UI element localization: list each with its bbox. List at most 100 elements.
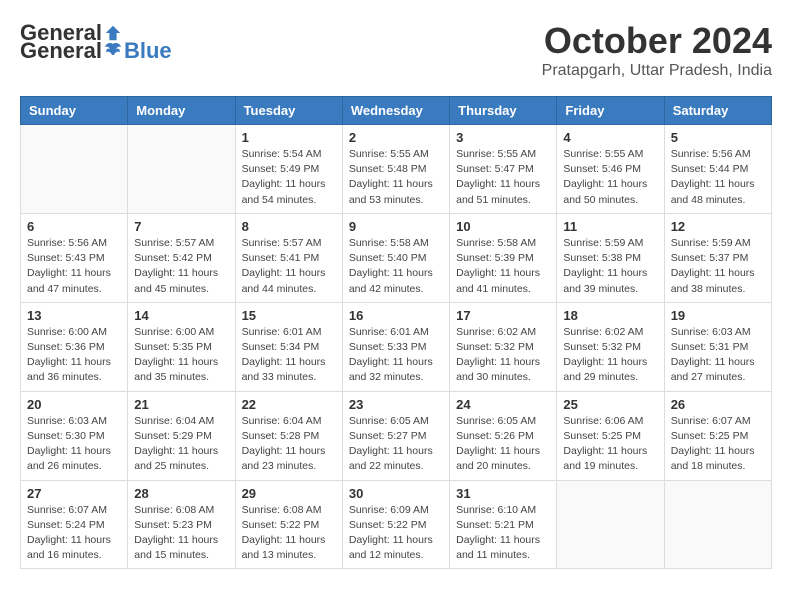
day-number: 26 (671, 397, 765, 412)
day-info: Sunrise: 6:06 AM Sunset: 5:25 PM Dayligh… (563, 414, 657, 475)
day-number: 21 (134, 397, 228, 412)
day-info: Sunrise: 6:05 AM Sunset: 5:26 PM Dayligh… (456, 414, 550, 475)
day-info: Sunrise: 6:08 AM Sunset: 5:22 PM Dayligh… (242, 503, 336, 564)
calendar-cell: 20 Sunrise: 6:03 AM Sunset: 5:30 PM Dayli… (21, 391, 128, 480)
day-number: 3 (456, 130, 550, 145)
calendar-cell: 9 Sunrise: 5:58 AM Sunset: 5:40 PM Daylig… (342, 213, 449, 302)
day-number: 14 (134, 308, 228, 323)
day-info: Sunrise: 6:00 AM Sunset: 5:35 PM Dayligh… (134, 325, 228, 386)
weekday-header-tuesday: Tuesday (235, 97, 342, 125)
calendar-body: 1 Sunrise: 5:54 AM Sunset: 5:49 PM Daylig… (21, 125, 772, 569)
day-number: 9 (349, 219, 443, 234)
day-info: Sunrise: 6:05 AM Sunset: 5:27 PM Dayligh… (349, 414, 443, 475)
day-info: Sunrise: 5:55 AM Sunset: 5:47 PM Dayligh… (456, 147, 550, 208)
calendar-cell: 24 Sunrise: 6:05 AM Sunset: 5:26 PM Dayli… (450, 391, 557, 480)
calendar-week-row-0: 1 Sunrise: 5:54 AM Sunset: 5:49 PM Daylig… (21, 125, 772, 214)
calendar-cell: 31Sunrise: 6:10 AM Sunset: 5:21 PM Dayli… (450, 480, 557, 569)
day-number: 29 (242, 486, 336, 501)
day-number: 7 (134, 219, 228, 234)
day-info: Sunrise: 5:57 AM Sunset: 5:41 PM Dayligh… (242, 236, 336, 297)
calendar-week-row-3: 20 Sunrise: 6:03 AM Sunset: 5:30 PM Dayli… (21, 391, 772, 480)
day-info: Sunrise: 5:55 AM Sunset: 5:46 PM Dayligh… (563, 147, 657, 208)
calendar-cell: 30 Sunrise: 6:09 AM Sunset: 5:22 PM Dayli… (342, 480, 449, 569)
logo: General General Blue (20, 20, 172, 64)
day-number: 1 (242, 130, 336, 145)
calendar-cell: 13Sunrise: 6:00 AM Sunset: 5:36 PM Dayli… (21, 302, 128, 391)
calendar-cell: 4 Sunrise: 5:55 AM Sunset: 5:46 PM Daylig… (557, 125, 664, 214)
calendar-cell: 3 Sunrise: 5:55 AM Sunset: 5:47 PM Daylig… (450, 125, 557, 214)
day-info: Sunrise: 6:01 AM Sunset: 5:34 PM Dayligh… (242, 325, 336, 386)
calendar-cell: 26 Sunrise: 6:07 AM Sunset: 5:25 PM Dayli… (664, 391, 771, 480)
calendar-cell (557, 480, 664, 569)
day-number: 10 (456, 219, 550, 234)
weekday-header-saturday: Saturday (664, 97, 771, 125)
day-info: Sunrise: 6:02 AM Sunset: 5:32 PM Dayligh… (563, 325, 657, 386)
day-number: 19 (671, 308, 765, 323)
day-number: 23 (349, 397, 443, 412)
weekday-header-sunday: Sunday (21, 97, 128, 125)
day-info: Sunrise: 5:58 AM Sunset: 5:39 PM Dayligh… (456, 236, 550, 297)
day-number: 27 (27, 486, 121, 501)
day-info: Sunrise: 5:58 AM Sunset: 5:40 PM Dayligh… (349, 236, 443, 297)
weekday-header-friday: Friday (557, 97, 664, 125)
calendar-cell: 12 Sunrise: 5:59 AM Sunset: 5:37 PM Dayli… (664, 213, 771, 302)
weekday-header-monday: Monday (128, 97, 235, 125)
day-number: 28 (134, 486, 228, 501)
weekday-header-wednesday: Wednesday (342, 97, 449, 125)
day-info: Sunrise: 5:56 AM Sunset: 5:43 PM Dayligh… (27, 236, 121, 297)
day-info: Sunrise: 5:54 AM Sunset: 5:49 PM Dayligh… (242, 147, 336, 208)
calendar-header-row: SundayMondayTuesdayWednesdayThursdayFrid… (21, 97, 772, 125)
day-info: Sunrise: 6:04 AM Sunset: 5:29 PM Dayligh… (134, 414, 228, 475)
day-number: 17 (456, 308, 550, 323)
day-info: Sunrise: 6:01 AM Sunset: 5:33 PM Dayligh… (349, 325, 443, 386)
day-number: 18 (563, 308, 657, 323)
day-number: 31 (456, 486, 550, 501)
calendar-cell: 1 Sunrise: 5:54 AM Sunset: 5:49 PM Daylig… (235, 125, 342, 214)
calendar-cell: 28Sunrise: 6:08 AM Sunset: 5:23 PM Dayli… (128, 480, 235, 569)
calendar-cell: 29 Sunrise: 6:08 AM Sunset: 5:22 PM Dayli… (235, 480, 342, 569)
day-number: 12 (671, 219, 765, 234)
calendar-cell: 6Sunrise: 5:56 AM Sunset: 5:43 PM Daylig… (21, 213, 128, 302)
calendar-cell: 25 Sunrise: 6:06 AM Sunset: 5:25 PM Dayli… (557, 391, 664, 480)
calendar-cell: 11 Sunrise: 5:59 AM Sunset: 5:38 PM Dayli… (557, 213, 664, 302)
day-number: 11 (563, 219, 657, 234)
day-info: Sunrise: 6:03 AM Sunset: 5:31 PM Dayligh… (671, 325, 765, 386)
calendar-cell: 17 Sunrise: 6:02 AM Sunset: 5:32 PM Dayli… (450, 302, 557, 391)
calendar-week-row-4: 27 Sunrise: 6:07 AM Sunset: 5:24 PM Dayli… (21, 480, 772, 569)
day-number: 25 (563, 397, 657, 412)
calendar-week-row-1: 6Sunrise: 5:56 AM Sunset: 5:43 PM Daylig… (21, 213, 772, 302)
day-info: Sunrise: 6:04 AM Sunset: 5:28 PM Dayligh… (242, 414, 336, 475)
calendar-cell: 2 Sunrise: 5:55 AM Sunset: 5:48 PM Daylig… (342, 125, 449, 214)
day-number: 2 (349, 130, 443, 145)
day-info: Sunrise: 5:59 AM Sunset: 5:37 PM Dayligh… (671, 236, 765, 297)
calendar-cell: 7 Sunrise: 5:57 AM Sunset: 5:42 PM Daylig… (128, 213, 235, 302)
day-number: 8 (242, 219, 336, 234)
day-info: Sunrise: 6:07 AM Sunset: 5:24 PM Dayligh… (27, 503, 121, 564)
page-header: General General Blue October 2024 Pratap… (20, 20, 772, 80)
day-info: Sunrise: 6:07 AM Sunset: 5:25 PM Dayligh… (671, 414, 765, 475)
calendar-cell: 15 Sunrise: 6:01 AM Sunset: 5:34 PM Dayli… (235, 302, 342, 391)
day-number: 15 (242, 308, 336, 323)
day-info: Sunrise: 5:59 AM Sunset: 5:38 PM Dayligh… (563, 236, 657, 297)
calendar-cell (21, 125, 128, 214)
day-number: 22 (242, 397, 336, 412)
day-info: Sunrise: 6:03 AM Sunset: 5:30 PM Dayligh… (27, 414, 121, 475)
calendar-cell: 21 Sunrise: 6:04 AM Sunset: 5:29 PM Dayli… (128, 391, 235, 480)
day-info: Sunrise: 5:57 AM Sunset: 5:42 PM Dayligh… (134, 236, 228, 297)
day-info: Sunrise: 5:55 AM Sunset: 5:48 PM Dayligh… (349, 147, 443, 208)
logo-text-general: General (20, 38, 102, 64)
day-info: Sunrise: 6:09 AM Sunset: 5:22 PM Dayligh… (349, 503, 443, 564)
day-number: 4 (563, 130, 657, 145)
calendar-cell: 8 Sunrise: 5:57 AM Sunset: 5:41 PM Daylig… (235, 213, 342, 302)
day-number: 20 (27, 397, 121, 412)
day-number: 16 (349, 308, 443, 323)
calendar-week-row-2: 13Sunrise: 6:00 AM Sunset: 5:36 PM Dayli… (21, 302, 772, 391)
day-info: Sunrise: 6:02 AM Sunset: 5:32 PM Dayligh… (456, 325, 550, 386)
calendar-cell: 27 Sunrise: 6:07 AM Sunset: 5:24 PM Dayli… (21, 480, 128, 569)
day-info: Sunrise: 5:56 AM Sunset: 5:44 PM Dayligh… (671, 147, 765, 208)
calendar-cell: 23 Sunrise: 6:05 AM Sunset: 5:27 PM Dayli… (342, 391, 449, 480)
day-number: 30 (349, 486, 443, 501)
location: Pratapgarh, Uttar Pradesh, India (542, 62, 772, 80)
day-number: 24 (456, 397, 550, 412)
day-number: 5 (671, 130, 765, 145)
